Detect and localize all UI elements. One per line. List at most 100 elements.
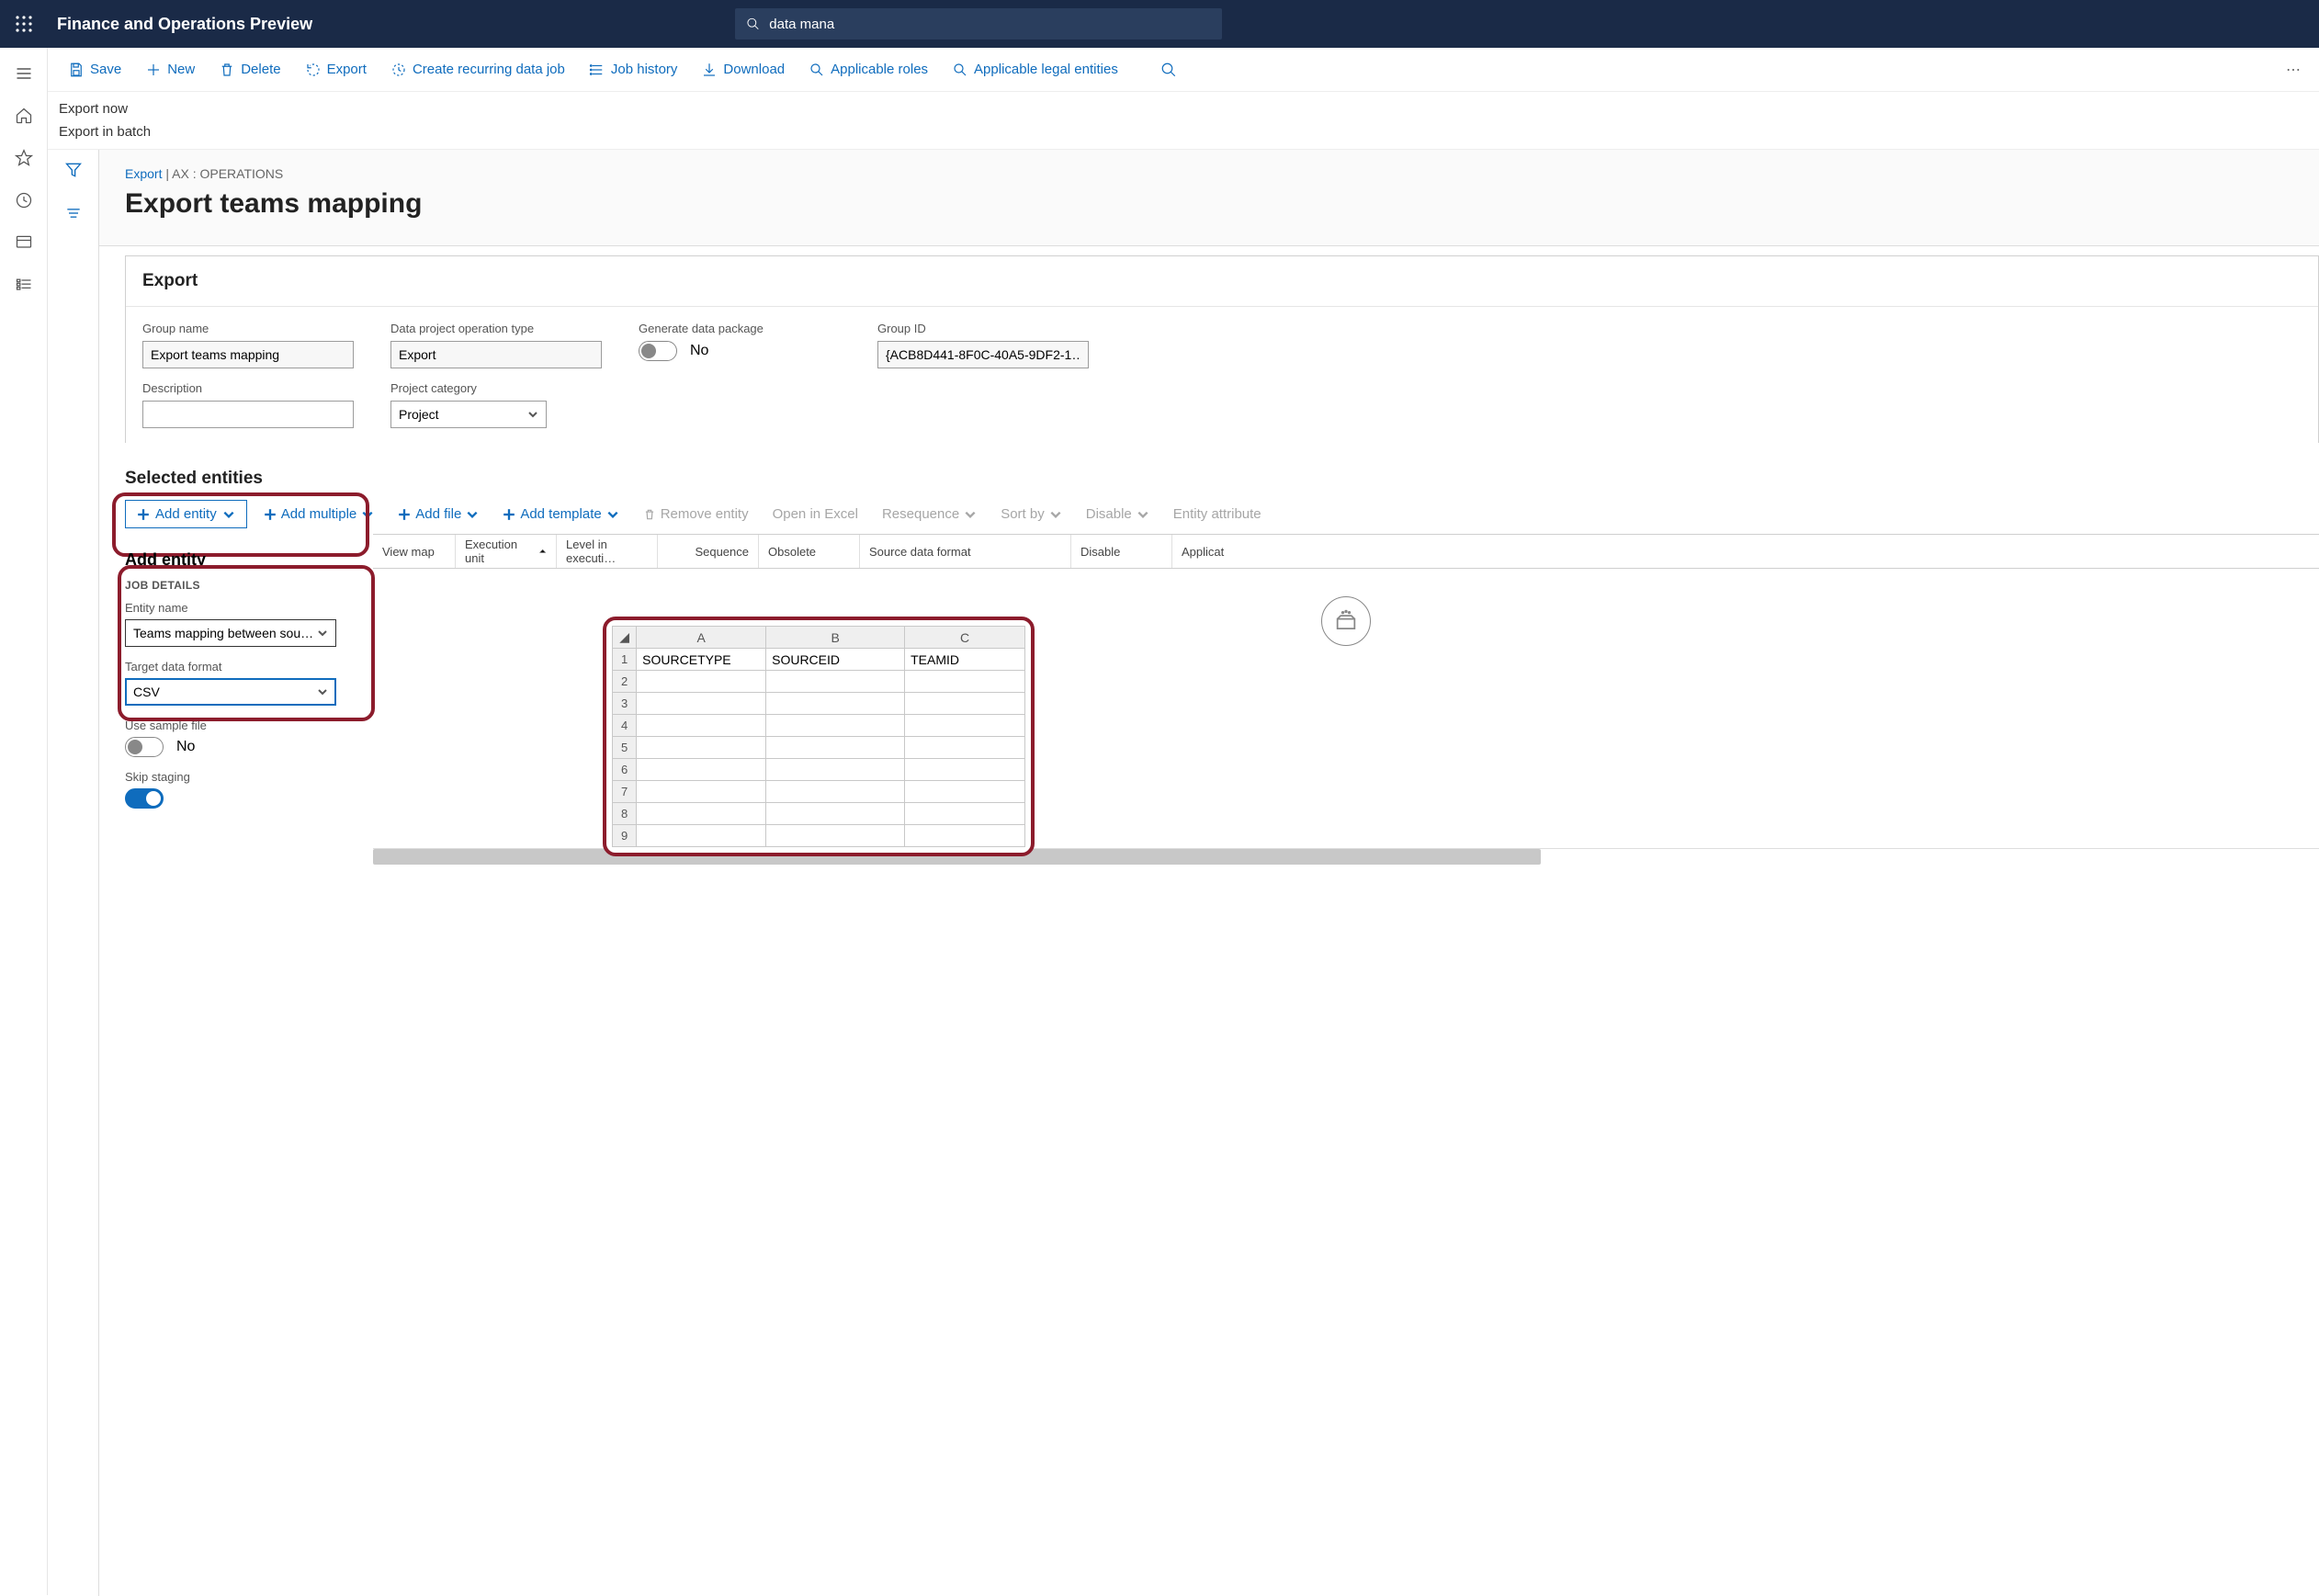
breadcrumb-context: AX : OPERATIONS xyxy=(172,166,283,181)
chevron-down-icon xyxy=(964,508,977,521)
chevron-down-icon xyxy=(1137,508,1149,521)
export-button[interactable]: Export xyxy=(296,56,376,84)
delete-button[interactable]: Delete xyxy=(209,56,289,84)
operation-type-input[interactable] xyxy=(390,341,602,368)
excel-rownum: 2 xyxy=(613,671,637,693)
resequence-button: Resequence xyxy=(875,501,984,527)
excel-rownum: 6 xyxy=(613,759,637,781)
excel-rownum: 5 xyxy=(613,737,637,759)
download-label: Download xyxy=(723,62,785,77)
group-name-input[interactable] xyxy=(142,341,354,368)
excel-cell: TEAMID xyxy=(905,649,1025,671)
entities-label: Applicable legal entities xyxy=(974,62,1118,77)
col-execution-unit[interactable]: Execution unit xyxy=(456,535,557,568)
highlight-job-details xyxy=(118,565,375,721)
excel-col-a: A xyxy=(637,627,766,649)
export-label: Export xyxy=(327,62,367,77)
save-button[interactable]: Save xyxy=(59,56,130,84)
global-search[interactable] xyxy=(735,8,1222,40)
description-label: Description xyxy=(142,381,354,395)
chevron-down-icon xyxy=(466,508,479,521)
export-in-batch-menuitem[interactable]: Export in batch xyxy=(59,120,2308,143)
roles-label: Applicable roles xyxy=(831,62,928,77)
open-in-excel-button: Open in Excel xyxy=(765,501,865,527)
col-source-format[interactable]: Source data format xyxy=(860,535,1071,568)
remove-entity-button: Remove entity xyxy=(636,501,756,527)
search-icon xyxy=(746,17,760,31)
add-template-button[interactable]: Add template xyxy=(495,501,626,527)
use-sample-file-toggle[interactable] xyxy=(125,737,164,757)
empty-data-icon xyxy=(1321,596,1371,646)
description-input[interactable] xyxy=(142,401,354,428)
home-icon[interactable] xyxy=(6,97,42,134)
project-category-value: Project xyxy=(399,407,439,422)
excel-col-b: B xyxy=(766,627,905,649)
col-applicat[interactable]: Applicat xyxy=(1172,535,2319,568)
use-sample-file-value: No xyxy=(176,739,195,755)
group-id-input[interactable] xyxy=(877,341,1089,368)
cmd-overflow-button[interactable]: ⋯ xyxy=(2279,55,2308,85)
col-level[interactable]: Level in executi… xyxy=(557,535,658,568)
filter-icon[interactable] xyxy=(64,161,83,184)
excel-cell: SOURCETYPE xyxy=(637,649,766,671)
search-input[interactable] xyxy=(769,17,1211,32)
recurring-job-button[interactable]: Create recurring data job xyxy=(381,56,574,84)
export-now-menuitem[interactable]: Export now xyxy=(59,97,2308,120)
chevron-down-icon xyxy=(527,409,538,420)
excel-rownum: 9 xyxy=(613,825,637,847)
excel-rownum: 3 xyxy=(613,693,637,715)
entity-attribute-button: Entity attribute xyxy=(1166,501,1269,527)
excel-rownum: 7 xyxy=(613,781,637,803)
sort-asc-icon xyxy=(538,547,547,556)
skip-staging-label: Skip staging xyxy=(125,770,373,784)
favorites-icon[interactable] xyxy=(6,140,42,176)
history-label: Job history xyxy=(611,62,678,77)
recurring-label: Create recurring data job xyxy=(413,62,565,77)
col-obsolete[interactable]: Obsolete xyxy=(759,535,860,568)
generate-package-toggle[interactable] xyxy=(639,341,677,361)
selected-entities-header: Selected entities xyxy=(125,469,2319,489)
recent-icon[interactable] xyxy=(6,182,42,219)
breadcrumb-link[interactable]: Export xyxy=(125,166,162,181)
col-sequence[interactable]: Sequence xyxy=(658,535,759,568)
delete-label: Delete xyxy=(241,62,280,77)
save-label: Save xyxy=(90,62,121,77)
project-category-select[interactable]: Project xyxy=(390,401,547,428)
new-button[interactable]: New xyxy=(136,56,204,84)
operation-type-label: Data project operation type xyxy=(390,322,602,335)
excel-cell: SOURCEID xyxy=(766,649,905,671)
generate-package-value: No xyxy=(690,343,708,359)
page-title: Export teams mapping xyxy=(125,188,2293,220)
group-name-label: Group name xyxy=(142,322,354,335)
app-launcher-icon[interactable] xyxy=(0,0,48,48)
job-history-button[interactable]: Job history xyxy=(580,56,687,84)
project-category-label: Project category xyxy=(390,381,602,395)
generate-package-label: Generate data package xyxy=(639,322,841,335)
excel-rownum: 8 xyxy=(613,803,637,825)
excel-preview: ◢ A B C 1SOURCETYPESOURCEIDTEAMID 2 3 4 … xyxy=(603,617,1035,856)
download-button[interactable]: Download xyxy=(692,56,794,84)
applicable-roles-button[interactable]: Applicable roles xyxy=(799,56,937,84)
col-view-map[interactable]: View map xyxy=(373,535,456,568)
excel-corner: ◢ xyxy=(613,627,637,649)
skip-staging-toggle[interactable] xyxy=(125,788,164,809)
nav-toggle-button[interactable] xyxy=(6,55,42,92)
col-disable[interactable]: Disable xyxy=(1071,535,1172,568)
workspace-icon[interactable] xyxy=(6,224,42,261)
sort-lines-icon[interactable] xyxy=(64,204,83,227)
chevron-down-icon xyxy=(1049,508,1062,521)
entity-grid-header: View map Execution unit Level in executi… xyxy=(373,534,2319,569)
applicable-entities-button[interactable]: Applicable legal entities xyxy=(943,56,1127,84)
cmd-search-button[interactable] xyxy=(1151,56,1186,84)
chevron-down-icon xyxy=(606,508,619,521)
export-section-header: Export xyxy=(126,256,2318,307)
breadcrumb: Export | AX : OPERATIONS xyxy=(125,166,2293,181)
app-title: Finance and Operations Preview xyxy=(57,15,312,34)
excel-rownum: 1 xyxy=(613,649,637,671)
add-file-button[interactable]: Add file xyxy=(390,501,486,527)
disable-button: Disable xyxy=(1079,501,1157,527)
modules-icon[interactable] xyxy=(6,266,42,303)
group-id-label: Group ID xyxy=(877,322,1089,335)
new-label: New xyxy=(167,62,195,77)
excel-rownum: 4 xyxy=(613,715,637,737)
